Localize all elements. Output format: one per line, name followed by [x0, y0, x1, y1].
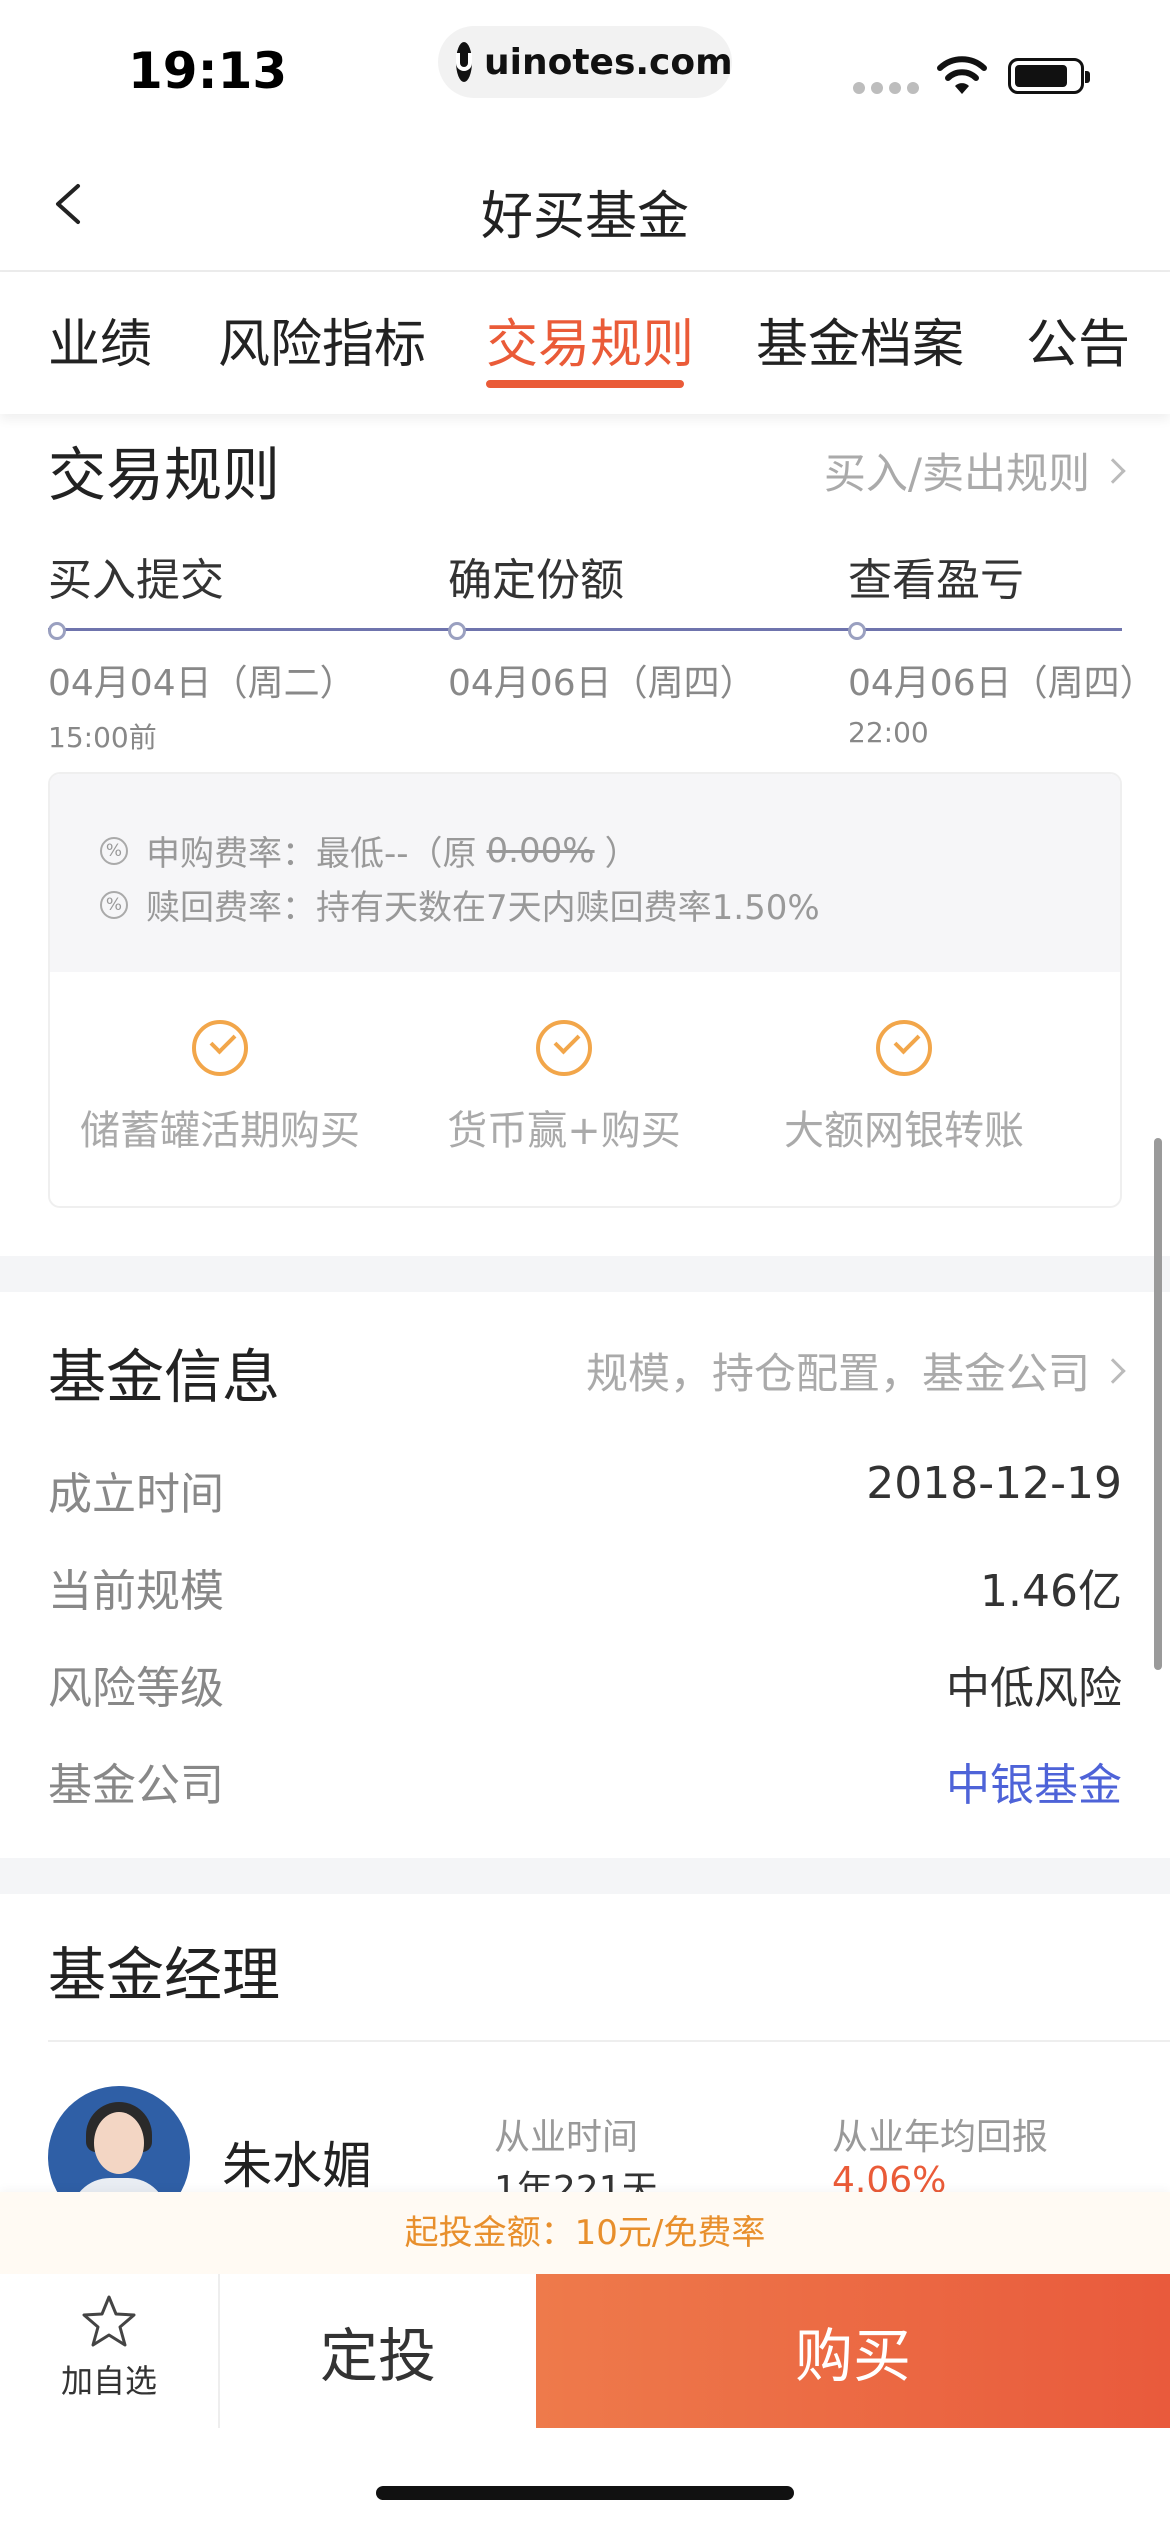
tab-announcements[interactable]: 公告 — [1026, 302, 1130, 377]
home-indicator[interactable] — [376, 2486, 794, 2500]
payment-option-label: 货币赢+购买 — [447, 1108, 681, 1154]
site-logo-icon — [456, 42, 472, 82]
timeline-dot — [48, 622, 66, 640]
bottom-action-bar: 加自选 定投 购买 — [0, 2274, 1170, 2428]
status-bar: 19:13 uinotes.com — [0, 0, 1170, 140]
tab-bar: 业绩 风险指标 交易规则 基金档案 公告 — [0, 272, 1170, 414]
tab-trade-rules[interactable]: 交易规则 — [486, 302, 694, 377]
check-circle-icon — [536, 1020, 592, 1076]
add-favorite-label: 加自选 — [60, 2362, 157, 2400]
info-value: 中低风险 — [946, 1663, 1122, 1714]
info-row-risk-level: 风险等级 中低风险 — [48, 1652, 1122, 1722]
check-circle-icon — [192, 1020, 248, 1076]
min-investment-banner: 起投金额：10元/免费率 — [0, 2192, 1170, 2274]
chevron-right-icon — [1100, 1357, 1126, 1384]
wifi-icon — [937, 56, 987, 94]
battery-icon — [1008, 58, 1090, 94]
step-date: 04月06日（周四） — [848, 663, 1156, 704]
info-row-company: 基金公司 中银基金 — [48, 1749, 1122, 1819]
fund-manager-title: 基金经理 — [48, 1941, 281, 2009]
payment-option-label: 大额网银转账 — [784, 1108, 1024, 1154]
regular-investment-button[interactable]: 定投 — [220, 2274, 536, 2428]
info-row-established: 成立时间 2018-12-19 — [48, 1458, 1122, 1528]
fund-info-title: 基金信息 — [48, 1343, 281, 1411]
info-row-size: 当前规模 1.46亿 — [48, 1555, 1122, 1625]
subscribe-fee-original: 0.00% — [486, 830, 595, 871]
subscribe-fee-suffix: ） — [604, 834, 639, 874]
payment-option: 储蓄罐活期购买 — [50, 1020, 390, 1156]
active-tab-indicator — [486, 380, 684, 388]
scrollbar[interactable] — [1154, 1138, 1162, 1670]
fee-card: % 申购费率：最低--（原 0.00% ） % 赎回费率：持有天数在7天内赎回费… — [48, 772, 1122, 1208]
timeline-dot — [448, 622, 466, 640]
star-icon — [82, 2295, 136, 2347]
payment-option: 货币赢+购买 — [394, 1020, 734, 1156]
add-favorite-button[interactable]: 加自选 — [0, 2274, 220, 2428]
info-label: 当前规模 — [48, 1566, 224, 1617]
info-value: 2018-12-19 — [866, 1458, 1122, 1509]
subscribe-fee-row: % 申购费率：最低--（原 0.00% ） — [100, 826, 639, 875]
fund-company-link[interactable]: 中银基金 — [946, 1749, 1122, 1813]
manager-name[interactable]: 朱水媚 — [222, 2126, 372, 2198]
cellular-signal-icon — [853, 82, 919, 94]
section-divider — [0, 1858, 1170, 1894]
step-date: 04月06日（周四） — [448, 663, 756, 704]
url-text: uinotes.com — [484, 41, 733, 83]
fund-info-link[interactable]: 规模，持仓配置，基金公司 — [585, 1340, 1126, 1401]
redeem-fee-row: % 赎回费率：持有天数在7天内赎回费率1.50% — [100, 880, 820, 929]
step-label: 买入提交 — [48, 555, 224, 606]
subscribe-fee-text: 申购费率：最低--（原 — [146, 834, 477, 874]
step-time: 15:00前 — [48, 721, 157, 754]
info-label: 基金公司 — [48, 1760, 224, 1811]
buy-button[interactable]: 购买 — [536, 2274, 1170, 2428]
redeem-fee-text: 赎回费率：持有天数在7天内赎回费率1.50% — [146, 888, 820, 928]
step-date: 04月04日（周二） — [48, 663, 356, 704]
fund-info-link-label: 规模，持仓配置，基金公司 — [585, 1349, 1090, 1398]
status-time: 19:13 — [128, 42, 288, 100]
buy-sell-rules-link[interactable]: 买入/卖出规则 — [823, 440, 1126, 501]
chevron-right-icon — [1100, 457, 1126, 484]
info-label: 成立时间 — [48, 1469, 224, 1520]
trade-timeline — [48, 622, 1122, 640]
divider — [48, 2040, 1170, 2042]
step-label: 查看盈亏 — [848, 555, 1024, 606]
step-label: 确定份额 — [448, 555, 624, 606]
info-value: 1.46亿 — [980, 1566, 1122, 1617]
buy-sell-rules-label: 买入/卖出规则 — [823, 449, 1090, 498]
check-circle-icon — [876, 1020, 932, 1076]
payment-option: 大额网银转账 — [734, 1020, 1074, 1156]
tab-performance[interactable]: 业绩 — [48, 302, 152, 377]
annual-return-label: 从业年均回报 — [832, 2117, 1049, 2158]
nav-header: 好买基金 — [0, 140, 1170, 272]
url-pill[interactable]: uinotes.com — [438, 26, 733, 98]
timeline-line — [48, 628, 1122, 631]
timeline-dot — [848, 622, 866, 640]
tab-risk-metrics[interactable]: 风险指标 — [218, 302, 426, 377]
tab-fund-profile[interactable]: 基金档案 — [756, 302, 964, 377]
page-title: 好买基金 — [480, 187, 689, 247]
step-time: 22:00 — [848, 716, 929, 749]
tenure-label: 从业时间 — [494, 2117, 639, 2158]
payment-option-label: 储蓄罐活期购买 — [80, 1108, 360, 1154]
percent-icon: % — [100, 890, 128, 919]
fee-summary: % 申购费率：最低--（原 0.00% ） % 赎回费率：持有天数在7天内赎回费… — [50, 774, 1120, 972]
info-label: 风险等级 — [48, 1663, 224, 1714]
section-divider — [0, 1256, 1170, 1292]
percent-icon: % — [100, 836, 128, 865]
trade-rules-title: 交易规则 — [48, 441, 281, 509]
